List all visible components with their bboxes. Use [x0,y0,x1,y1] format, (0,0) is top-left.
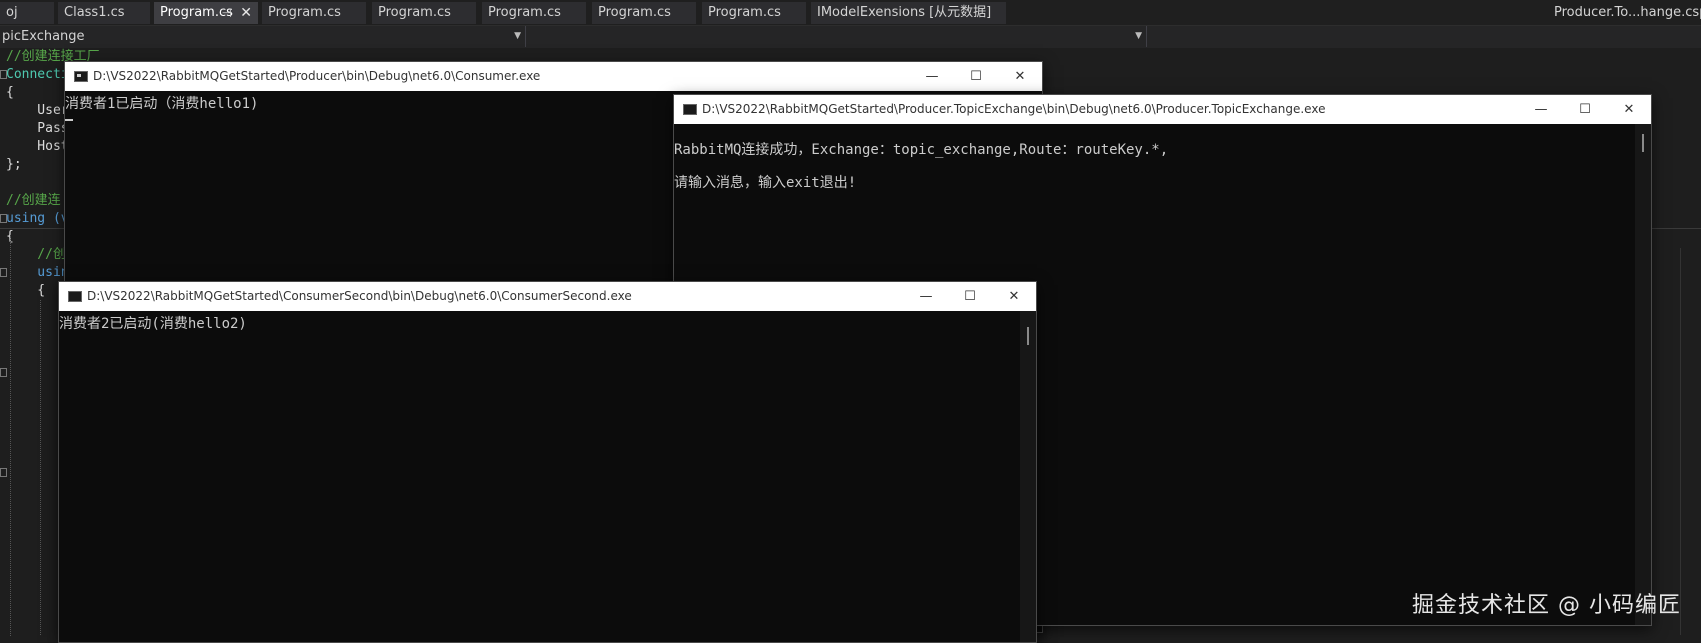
tab-proj[interactable]: oj [0,2,54,24]
tab-program-active[interactable]: Program.cs ⊣ ✕ [154,2,258,24]
window-title: D:\VS2022\RabbitMQGetStarted\Producer\bi… [93,69,541,83]
console-icon [68,291,82,302]
minimize-button[interactable]: — [1519,95,1563,124]
window-title: D:\VS2022\RabbitMQGetStarted\ConsumerSec… [87,289,632,303]
console-output[interactable]: 消费者2已启动(消费hello2) [59,311,1020,642]
project-combo-label: picExchange [2,29,85,44]
indent-guide [10,236,11,636]
tab-label: Program.cs [488,5,561,20]
console-line: RabbitMQ连接成功，Exchange：topic_exchange,Rou… [674,142,1169,158]
maximize-button[interactable]: ☐ [954,62,998,91]
watermark: 掘金技术社区 @ 小码编匠 [1412,593,1681,618]
maximize-button[interactable]: ☐ [948,282,992,311]
close-button[interactable]: ✕ [998,62,1042,91]
fold-toggle-icon[interactable] [0,368,7,377]
vertical-scrollbar-track[interactable] [1680,248,1681,635]
tab-program-2[interactable]: Program.cs [262,2,366,24]
console-scrollbar[interactable] [1635,124,1651,625]
tab-label: Program.cs [268,5,341,20]
console-line: 请输入消息，输入exit退出! [674,175,857,191]
navigation-bar: picExchange ▼ ▼ [0,26,1701,49]
consumer2-titlebar[interactable]: D:\VS2022\RabbitMQGetStarted\ConsumerSec… [59,282,1036,311]
document-tab-bar: oj Class1.cs Program.cs ⊣ ✕ Program.cs P… [0,0,1701,26]
console-line: 消费者1已启动（消费hello1) [65,96,259,112]
tab-producer-csproj[interactable]: Producer.To...hange.csproj [1548,2,1701,24]
tab-label: Producer.To...hange.csproj [1554,5,1701,20]
tab-label: Program.cs [708,5,781,20]
scrollbar-thumb[interactable] [1642,134,1644,152]
code-line: using (v [6,211,69,226]
tab-class1[interactable]: Class1.cs [58,2,150,24]
console-scrollbar[interactable] [1020,311,1036,642]
code-line: }; [6,157,22,172]
text-cursor [65,119,73,121]
fold-toggle-icon[interactable] [0,468,7,477]
cmd-icon [74,71,88,82]
project-combo[interactable]: picExchange ▼ [0,26,526,47]
chevron-down-icon: ▼ [1135,31,1142,41]
member-combo[interactable]: ▼ [527,26,1147,47]
console-icon [683,104,697,115]
tab-program-6[interactable]: Program.cs [702,2,806,24]
fold-toggle-icon[interactable] [0,268,7,277]
code-line: { [6,85,14,100]
minimize-button[interactable]: — [910,62,954,91]
code-line: { [6,283,46,298]
tab-program-3[interactable]: Program.cs [372,2,476,24]
tab-label: IModelExensions [从元数据] [817,5,992,20]
code-line: //创 [6,247,66,262]
code-line: User [6,103,69,118]
code-line: Host [6,139,69,154]
scrollbar-thumb[interactable] [1027,327,1029,345]
window-title: D:\VS2022\RabbitMQGetStarted\Producer.To… [702,102,1326,116]
fold-toggle-icon[interactable] [0,70,7,79]
code-line: Connecti [6,67,69,82]
close-icon[interactable]: ✕ [240,2,252,24]
consumer1-titlebar[interactable]: D:\VS2022\RabbitMQGetStarted\Producer\bi… [65,62,1042,91]
console-line: 消费者2已启动(消费hello2) [59,316,247,332]
close-button[interactable]: ✕ [1607,95,1651,124]
maximize-button[interactable]: ☐ [1563,95,1607,124]
code-line: //创建连 [6,193,61,208]
indent-guide [40,300,41,635]
pin-icon[interactable]: ⊣ [222,2,232,24]
tab-program-4[interactable]: Program.cs [482,2,586,24]
minimize-button[interactable]: — [904,282,948,311]
code-line: usin [6,265,69,280]
tab-label: Program.cs [378,5,451,20]
tab-program-5[interactable]: Program.cs [592,2,696,24]
tab-label: Program.cs [598,5,671,20]
tab-label: Class1.cs [64,5,125,20]
fold-toggle-icon[interactable] [0,214,7,223]
chevron-down-icon: ▼ [514,31,521,41]
tab-label: oj [6,5,18,20]
consumer2-console-window: D:\VS2022\RabbitMQGetStarted\ConsumerSec… [58,281,1037,643]
tab-imodelexensions[interactable]: IModelExensions [从元数据] [811,2,1006,24]
producer-titlebar[interactable]: D:\VS2022\RabbitMQGetStarted\Producer.To… [674,95,1651,124]
close-button[interactable]: ✕ [992,282,1036,311]
code-line: Pass [6,121,69,136]
